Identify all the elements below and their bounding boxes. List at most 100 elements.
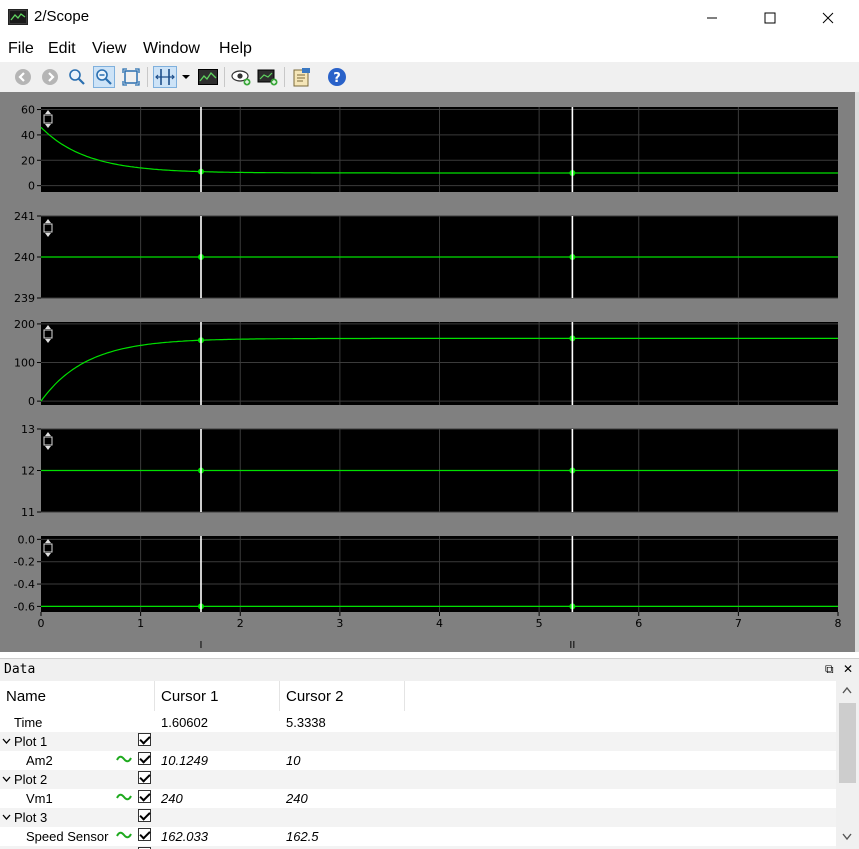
scope-app-icon	[8, 9, 28, 25]
signal-name: Am2	[26, 753, 53, 768]
y-tick-label: 240	[14, 251, 35, 264]
data-panel-title: Data	[4, 662, 36, 677]
trace-icon	[198, 69, 218, 85]
add-plot-button[interactable]	[257, 66, 279, 88]
cursor-label: II	[569, 640, 575, 651]
forward-icon	[42, 69, 58, 85]
signal-wave-icon	[116, 755, 132, 763]
cursor-label: I	[200, 640, 203, 651]
y-tick-label: 12	[21, 465, 35, 478]
group-checkbox[interactable]	[138, 733, 151, 746]
float-panel-button[interactable]: ⧉	[825, 662, 834, 677]
y-tick-label: 0.0	[18, 533, 36, 546]
cursor-1-value: 162.033	[161, 829, 208, 844]
fit-to-view-button[interactable]	[120, 66, 142, 88]
toolbar: ?	[0, 62, 859, 93]
expand-chevron-icon[interactable]	[2, 772, 11, 787]
dropdown-icon	[182, 75, 190, 79]
y-tick-label: 13	[21, 423, 35, 436]
cursor-1-value: 1.60602	[161, 715, 208, 730]
expand-chevron-icon[interactable]	[2, 734, 11, 749]
properties-icon	[293, 68, 310, 87]
zoom-out-icon	[96, 69, 112, 85]
zoom-in-icon	[69, 69, 85, 85]
signal-name: Time	[14, 715, 43, 730]
cursor-2-value: 10	[286, 753, 301, 768]
x-tick-label: 3	[336, 617, 343, 630]
signal-checkbox[interactable]	[138, 752, 151, 765]
cursor-data-table: Name Cursor 1 Cursor 2 Time 1.60602 5.3338…	[0, 681, 836, 849]
svg-text:?: ?	[333, 71, 341, 86]
group-name: Plot 1	[14, 734, 48, 749]
scroll-up-icon[interactable]	[842, 686, 852, 694]
help-button[interactable]: ?	[326, 66, 348, 88]
add-plot-icon	[257, 69, 278, 86]
signal-checkbox[interactable]	[138, 828, 151, 841]
minimize-button[interactable]	[683, 0, 741, 36]
cursor-measurement-button[interactable]	[153, 66, 177, 88]
menu-edit[interactable]: Edit	[48, 40, 76, 58]
signal-visibility-button[interactable]	[230, 66, 252, 88]
window-title: 2/Scope	[34, 8, 90, 25]
table-row[interactable]: Am2 10.1249 10	[0, 751, 836, 770]
y-tick-label: 60	[21, 104, 35, 117]
close-panel-button[interactable]: ✕	[843, 662, 853, 676]
close-button[interactable]	[799, 0, 857, 36]
plot-group-row[interactable]: Plot 1	[0, 732, 836, 751]
fit-icon	[122, 68, 140, 86]
properties-button[interactable]	[291, 66, 313, 88]
zoom-out-button[interactable]	[93, 66, 115, 88]
table-row[interactable]: Time 1.60602 5.3338	[0, 713, 836, 732]
y-tick-label: 0	[28, 180, 35, 193]
signal-wave-icon	[116, 831, 132, 839]
menu-view[interactable]: View	[92, 40, 126, 58]
y-tick-label: 200	[14, 318, 35, 331]
window-edge	[855, 92, 859, 652]
close-icon	[822, 12, 834, 24]
scrollbar-thumb[interactable]	[839, 703, 856, 783]
plot-group-row[interactable]: Plot 2	[0, 770, 836, 789]
signal-checkbox[interactable]	[138, 790, 151, 803]
scroll-down-icon[interactable]	[842, 833, 852, 841]
maximize-icon	[764, 12, 776, 24]
y-tick-label: 20	[21, 154, 35, 167]
y-tick-label: 241	[14, 210, 35, 223]
x-tick-label: 2	[237, 617, 244, 630]
y-tick-label: 0	[28, 395, 35, 408]
group-checkbox[interactable]	[138, 809, 151, 822]
plot-group-row[interactable]: Plot 3	[0, 808, 836, 827]
scope-plot-area[interactable]: 0 20 40 60 239 240 241 0 100 200 11 12 13 0.0 -0.2 -0.4…	[0, 92, 855, 652]
cursor-2-value: 5.3338	[286, 715, 326, 730]
table-row[interactable]: Vm1 240 240	[0, 789, 836, 808]
trace-selection-button[interactable]	[197, 66, 219, 88]
toolbar-separator	[224, 67, 225, 87]
expand-chevron-icon[interactable]	[2, 810, 11, 825]
cursor-1-value: 10.1249	[161, 753, 208, 768]
menu-file[interactable]: File	[8, 40, 34, 58]
back-button[interactable]	[12, 66, 34, 88]
zoom-in-button[interactable]	[66, 66, 88, 88]
maximize-button[interactable]	[741, 0, 799, 36]
signal-wave-icon	[116, 793, 132, 801]
y-tick-label: 100	[14, 357, 35, 370]
cursor-icon	[155, 69, 175, 85]
column-header-cursor-1[interactable]: Cursor 1	[155, 681, 280, 711]
y-tick-label: 239	[14, 292, 35, 305]
x-tick-label: 1	[137, 617, 144, 630]
scope-plots[interactable]: 020406023924024101002001112130.0-0.2-0.4…	[0, 92, 855, 652]
menu-help[interactable]: Help	[219, 40, 252, 58]
group-checkbox[interactable]	[138, 771, 151, 784]
minimize-icon	[707, 17, 717, 19]
x-tick-label: 5	[536, 617, 543, 630]
x-tick-label: 4	[436, 617, 443, 630]
data-table-scrollbar[interactable]	[836, 681, 859, 849]
x-tick-label: 7	[735, 617, 742, 630]
title-bar: 2/Scope	[0, 0, 859, 36]
table-row[interactable]: Speed Sensor 162.033 162.5	[0, 827, 836, 846]
menu-window[interactable]: Window	[143, 40, 200, 58]
column-header-name[interactable]: Name	[0, 681, 155, 711]
forward-button[interactable]	[39, 66, 61, 88]
y-tick-label: 40	[21, 129, 35, 142]
column-header-cursor-2[interactable]: Cursor 2	[280, 681, 405, 711]
cursor-dropdown-button[interactable]	[179, 66, 193, 88]
